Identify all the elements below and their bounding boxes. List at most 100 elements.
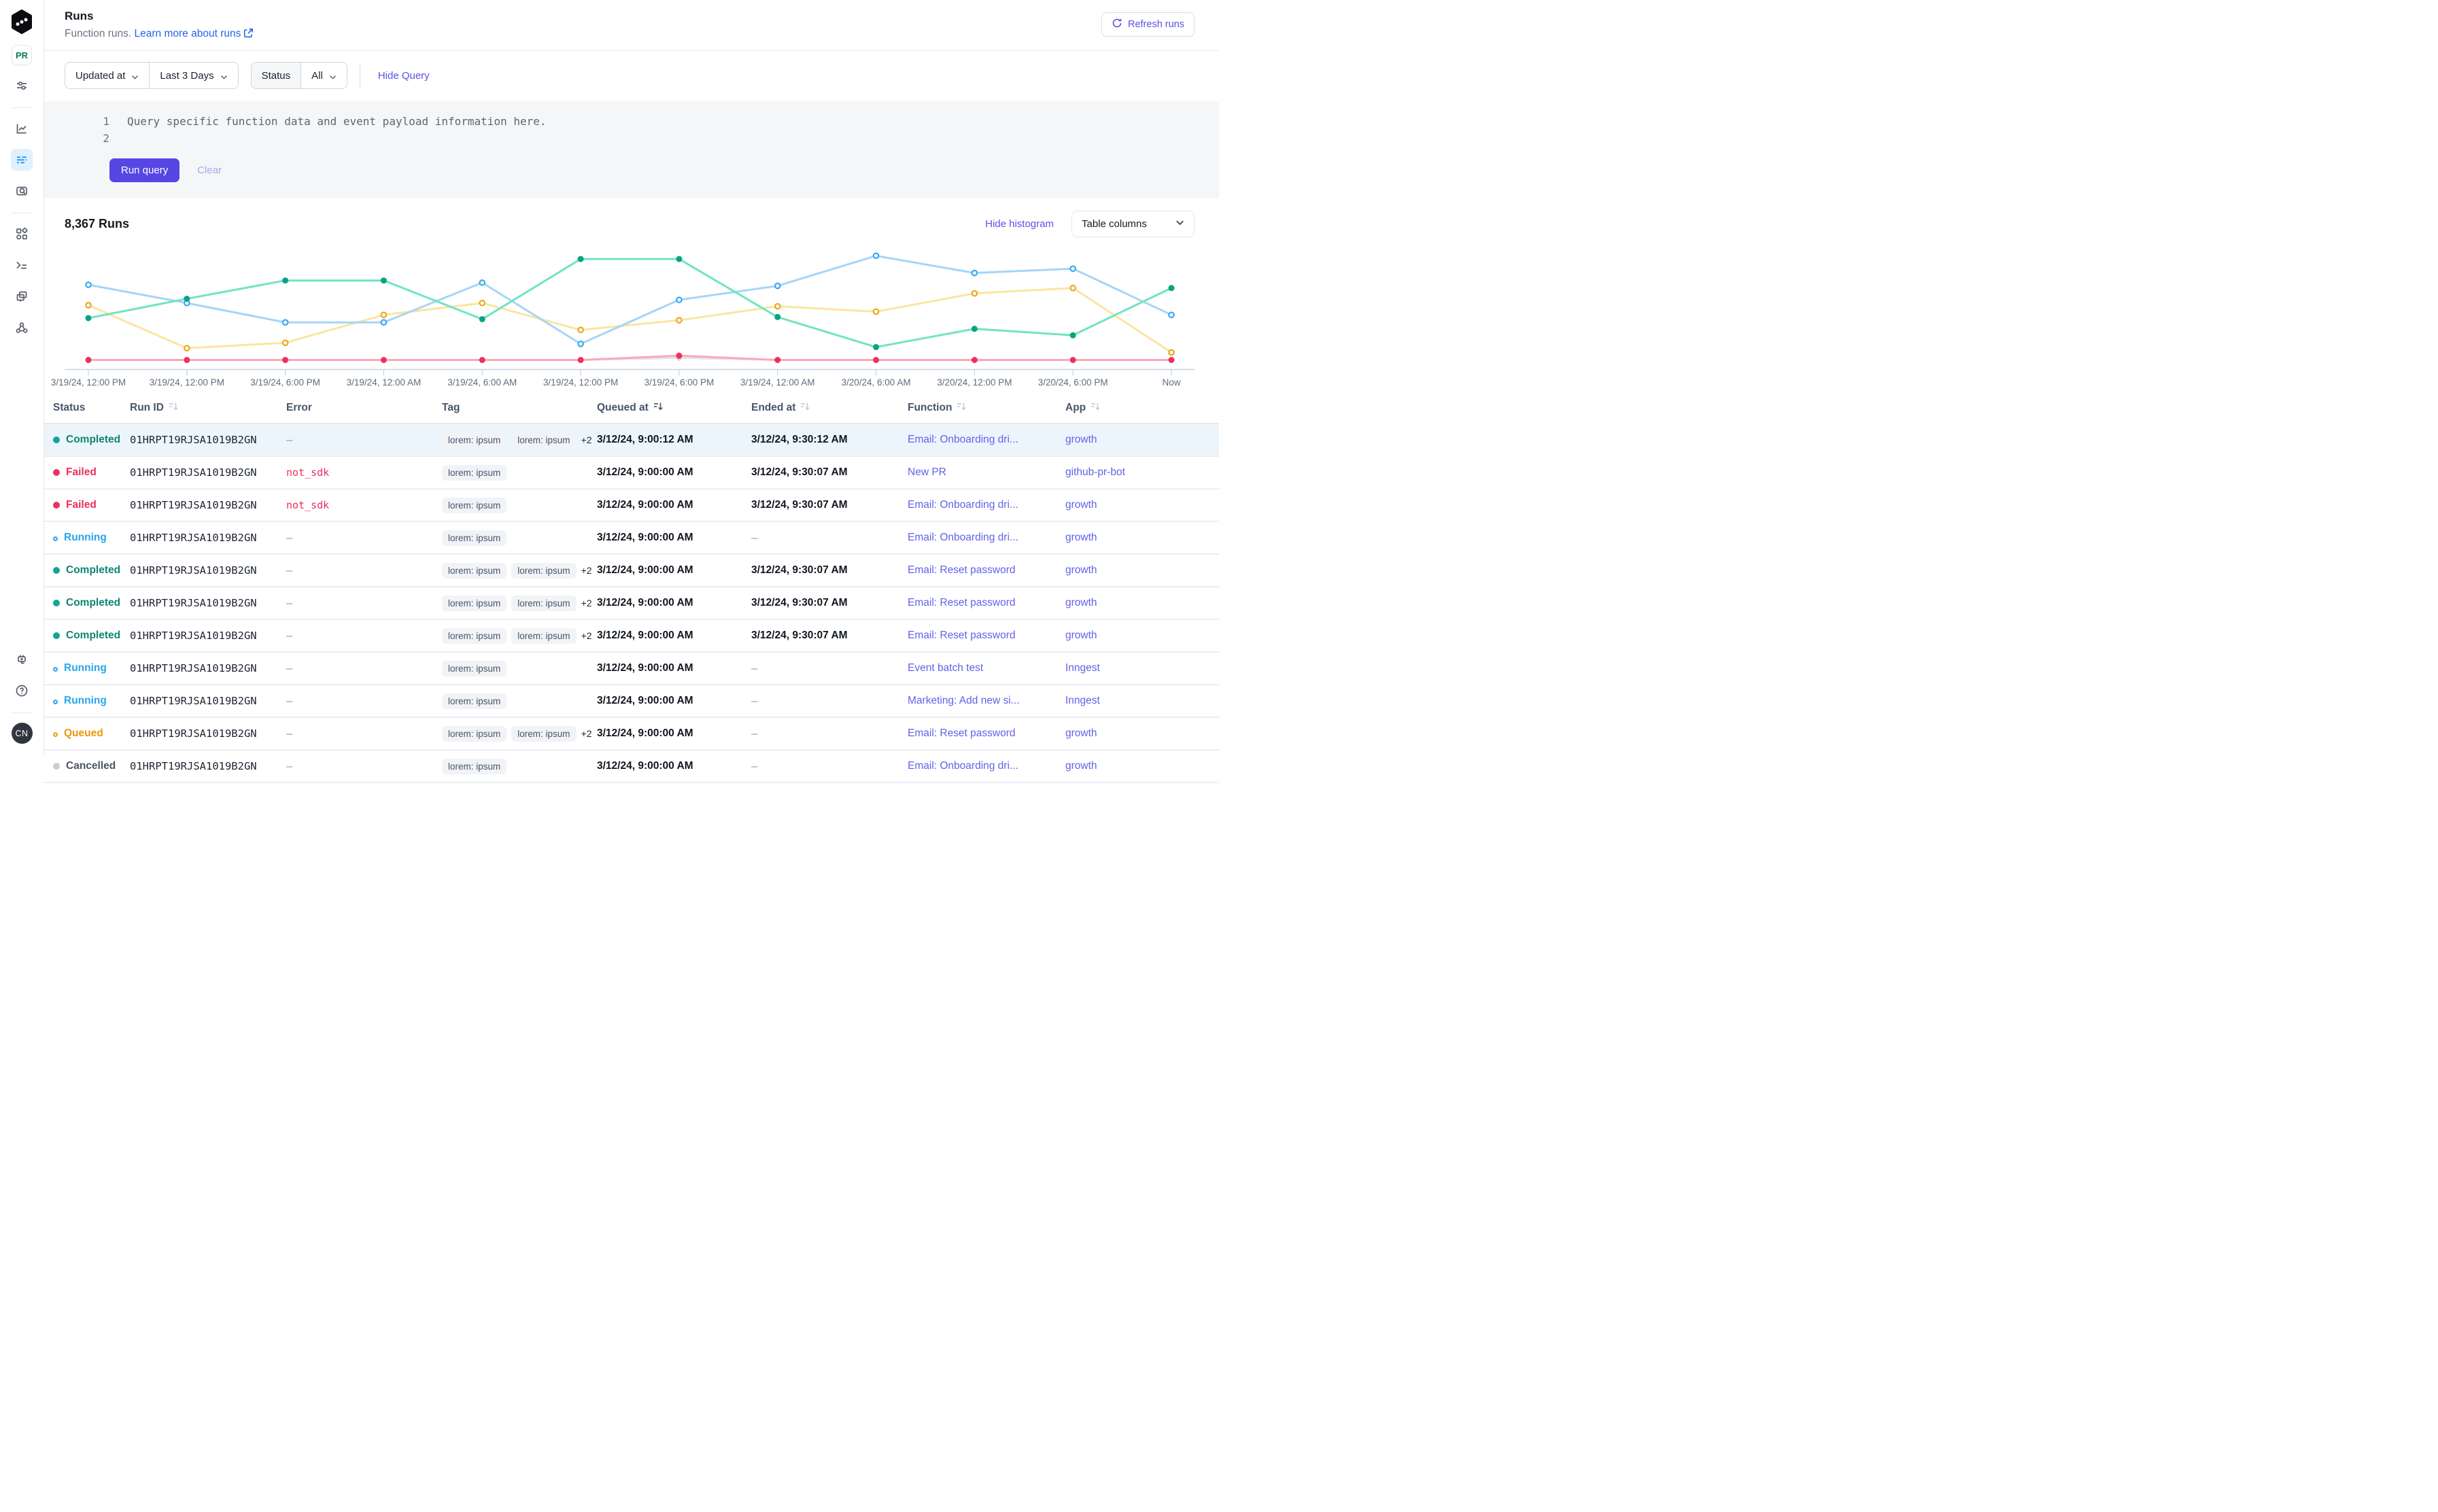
table-row[interactable]: Failed01HRPT19RJSA1019B2GNnot_sdklorem: … [44, 489, 1219, 522]
column-header-run-id[interactable]: Run ID [130, 401, 286, 415]
data-point-running[interactable] [86, 282, 91, 288]
data-point-queued[interactable] [775, 304, 780, 309]
data-point-completed[interactable] [578, 256, 584, 262]
function-link[interactable]: Email: Onboarding dri... [908, 760, 1018, 772]
workspace-avatar[interactable]: PR [12, 45, 32, 65]
app-link[interactable]: growth [1065, 532, 1097, 543]
events-icon[interactable] [11, 254, 33, 276]
tags-more-count[interactable]: +2 [581, 434, 592, 445]
data-point-failed[interactable] [282, 357, 288, 363]
data-point-failed[interactable] [972, 357, 978, 363]
column-header-app[interactable]: App [1065, 401, 1219, 415]
app-link[interactable]: Inngest [1065, 695, 1100, 706]
clear-query-button[interactable]: Clear [197, 165, 222, 176]
data-point-completed[interactable] [972, 326, 978, 332]
data-point-running[interactable] [874, 253, 879, 258]
status-filter-select[interactable]: All [301, 63, 347, 88]
app-link[interactable]: growth [1065, 434, 1097, 445]
app-link[interactable]: growth [1065, 727, 1097, 739]
function-link[interactable]: Email: Reset password [908, 630, 1016, 641]
dev-server-icon[interactable] [11, 649, 33, 670]
data-point-queued[interactable] [184, 345, 190, 351]
data-point-failed[interactable] [774, 357, 780, 363]
data-point-running[interactable] [972, 271, 978, 276]
data-point-queued[interactable] [479, 300, 485, 306]
data-point-failed[interactable] [1070, 357, 1076, 363]
table-row[interactable]: Running01HRPT19RJSA1019B2GN–lorem: ipsum… [44, 685, 1219, 718]
data-point-completed[interactable] [676, 256, 682, 262]
function-link[interactable]: Marketing: Add new si... [908, 695, 1020, 706]
filters-icon[interactable] [11, 75, 33, 97]
data-point-queued[interactable] [1070, 286, 1076, 291]
column-header-function[interactable]: Function [908, 401, 1065, 415]
data-point-running[interactable] [283, 320, 288, 325]
table-row[interactable]: Cancelled01HRPT19RJSA1019B2GN–lorem: ips… [44, 751, 1219, 783]
sort-icon[interactable] [800, 401, 810, 415]
function-link[interactable]: Email: Reset password [908, 564, 1016, 576]
data-point-failed[interactable] [479, 357, 485, 363]
tags-more-count[interactable]: +2 [581, 728, 592, 739]
function-link[interactable]: Email: Onboarding dri... [908, 532, 1018, 543]
data-point-queued[interactable] [676, 317, 682, 323]
user-avatar[interactable]: CN [12, 723, 33, 744]
sort-icon[interactable] [169, 401, 179, 415]
help-icon[interactable] [11, 680, 33, 702]
data-point-failed[interactable] [873, 357, 879, 363]
data-point-running[interactable] [479, 280, 485, 286]
data-point-completed[interactable] [86, 315, 92, 321]
run-query-button[interactable]: Run query [109, 158, 179, 182]
data-point-failed[interactable] [381, 357, 387, 363]
tags-more-count[interactable]: +2 [581, 598, 592, 608]
table-columns-dropdown[interactable]: Table columns [1071, 211, 1195, 237]
data-point-completed[interactable] [774, 314, 780, 320]
data-point-completed[interactable] [479, 316, 485, 322]
data-point-completed[interactable] [184, 296, 190, 302]
event-search-icon[interactable] [11, 180, 33, 202]
data-point-running[interactable] [381, 320, 387, 325]
table-row[interactable]: Completed01HRPT19RJSA1019B2GN–lorem: ips… [44, 424, 1219, 457]
metrics-icon[interactable] [11, 118, 33, 139]
function-link[interactable]: Email: Onboarding dri... [908, 499, 1018, 511]
data-point-queued[interactable] [86, 303, 91, 308]
data-point-running[interactable] [578, 341, 583, 347]
hide-query-link[interactable]: Hide Query [378, 70, 430, 82]
data-point-running[interactable] [1070, 266, 1076, 271]
data-point-queued[interactable] [972, 291, 978, 296]
runs-icon[interactable] [11, 149, 33, 171]
data-point-queued[interactable] [1169, 350, 1174, 356]
refresh-runs-button[interactable]: Refresh runs [1101, 12, 1195, 37]
tags-more-count[interactable]: +2 [581, 630, 592, 641]
data-point-running[interactable] [676, 297, 682, 303]
data-point-completed[interactable] [381, 277, 387, 284]
tags-more-count[interactable]: +2 [581, 565, 592, 576]
table-row[interactable]: Completed01HRPT19RJSA1019B2GN–lorem: ips… [44, 555, 1219, 587]
table-row[interactable]: Running01HRPT19RJSA1019B2GN–lorem: ipsum… [44, 653, 1219, 685]
data-point-failed[interactable] [676, 353, 682, 359]
table-row[interactable]: Completed01HRPT19RJSA1019B2GN–lorem: ips… [44, 587, 1219, 620]
time-field-select[interactable]: Updated at [65, 63, 149, 88]
function-link[interactable]: Email: Onboarding dri... [908, 434, 1018, 445]
app-link[interactable]: growth [1065, 564, 1097, 576]
sort-icon[interactable] [653, 401, 664, 415]
table-row[interactable]: Running01HRPT19RJSA1019B2GN–lorem: ipsum… [44, 522, 1219, 555]
column-header-ended-at[interactable]: Ended at [751, 401, 908, 415]
app-link[interactable]: growth [1065, 630, 1097, 641]
data-point-running[interactable] [1169, 312, 1174, 317]
data-point-queued[interactable] [578, 327, 583, 332]
data-point-failed[interactable] [184, 357, 190, 363]
function-link[interactable]: Event batch test [908, 662, 983, 674]
webhook-icon[interactable] [11, 317, 33, 339]
learn-more-link[interactable]: Learn more about runs [135, 28, 254, 39]
data-point-queued[interactable] [381, 312, 387, 317]
function-link[interactable]: Email: Reset password [908, 727, 1016, 739]
data-point-failed[interactable] [86, 357, 92, 363]
apps-icon[interactable] [11, 223, 33, 245]
sort-icon[interactable] [1091, 401, 1101, 415]
function-link[interactable]: New PR [908, 466, 946, 478]
app-link[interactable]: github-pr-bot [1065, 466, 1125, 478]
hide-histogram-link[interactable]: Hide histogram [985, 218, 1054, 230]
function-link[interactable]: Email: Reset password [908, 597, 1016, 608]
sort-icon[interactable] [957, 401, 967, 415]
data-point-completed[interactable] [282, 277, 288, 284]
time-range-select[interactable]: Last 3 Days [149, 63, 237, 88]
